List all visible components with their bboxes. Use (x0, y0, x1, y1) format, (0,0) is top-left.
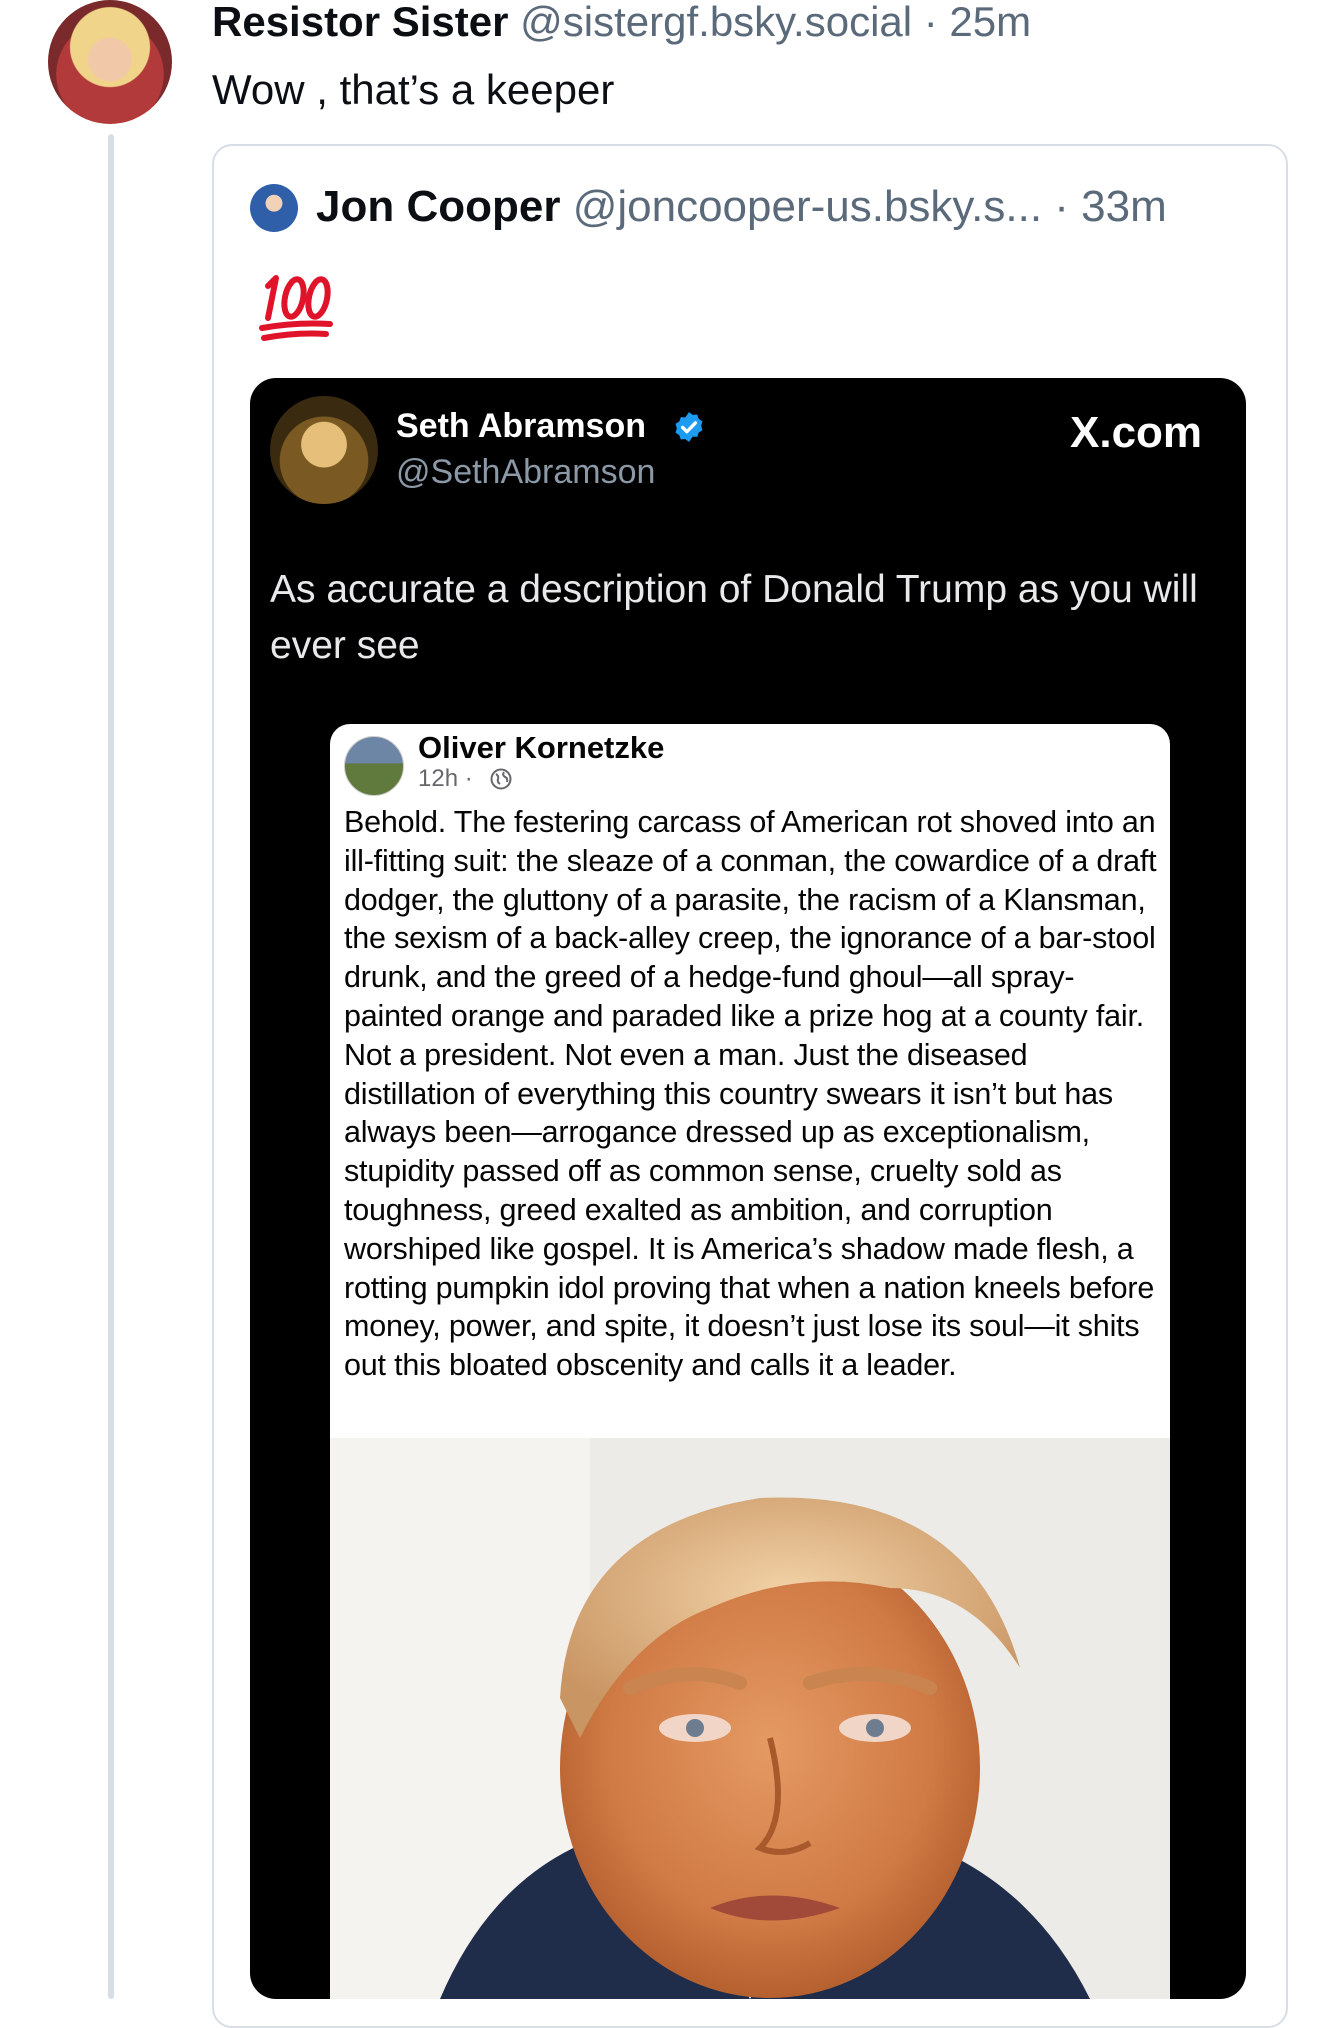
avatar-resistor-sister[interactable] (48, 0, 172, 124)
avatar-oliver-kornetzke (344, 736, 404, 796)
quote-time: · 33m (1054, 182, 1167, 231)
post-header: Resistor Sister @sistergf.bsky.social · … (212, 0, 1031, 44)
embed-author-handle: @SethAbramson (396, 453, 656, 491)
post-time: · 25m (923, 0, 1032, 45)
quote-author-handle[interactable]: @joncooper-us.bsky.s... (573, 182, 1042, 231)
avatar-seth-abramson (270, 396, 378, 504)
embed-author-name: Seth Abramson (396, 407, 647, 445)
thread-line (108, 134, 114, 1999)
portrait-illustration (330, 1438, 1170, 1999)
portrait-photo (330, 1438, 1170, 1999)
verified-badge-icon (675, 412, 703, 442)
globe-icon (490, 768, 512, 790)
quote-header: Jon Cooper @joncooper-us.bsky.s... · 33m (316, 180, 1167, 234)
fb-author-name: Oliver Kornetzke (418, 730, 665, 765)
post-author-handle[interactable]: @sistergf.bsky.social (520, 0, 912, 45)
fb-post-text: Behold. The festering carcass of America… (344, 805, 1157, 1383)
site-label: X.com (1070, 408, 1203, 457)
embed-post-text: As accurate a description of Donald Trum… (270, 568, 1198, 667)
post-text: Wow , that’s a keeper (212, 66, 615, 113)
post-author-name[interactable]: Resistor Sister (212, 0, 508, 45)
hundred-points-icon (259, 275, 333, 341)
avatar-jon-cooper[interactable] (250, 184, 298, 232)
fb-post-meta: 12h · (418, 765, 473, 792)
quote-author-name[interactable]: Jon Cooper (316, 182, 560, 231)
